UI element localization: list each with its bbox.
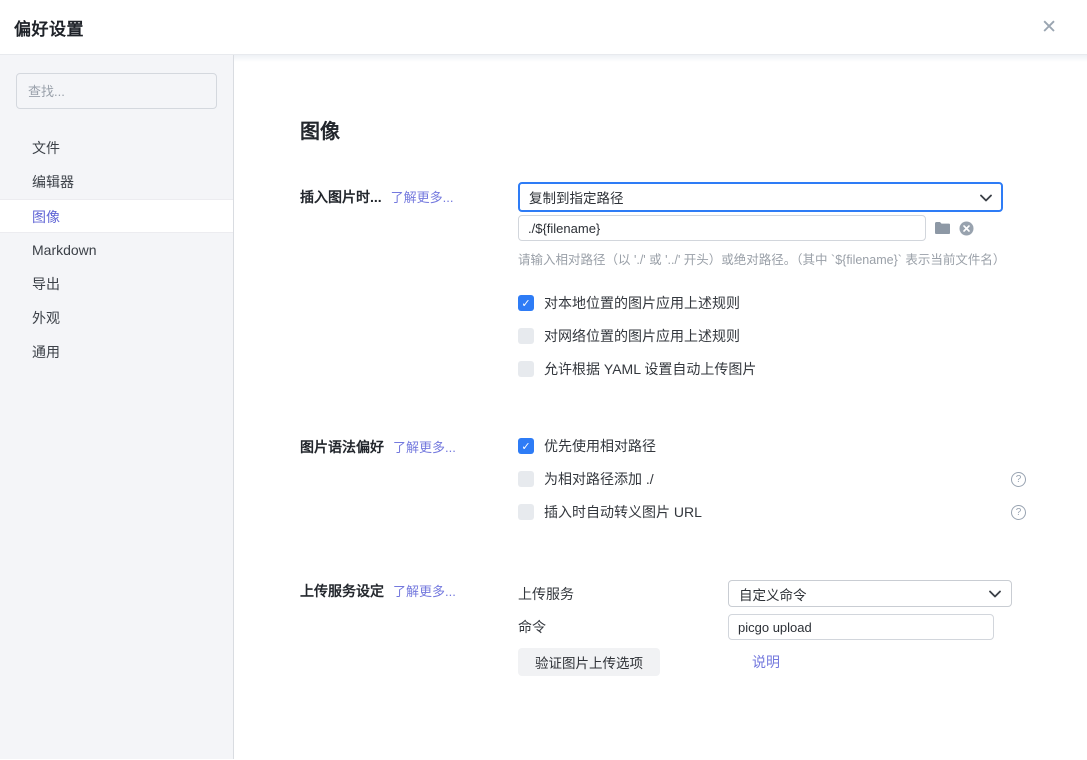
dialog-header: 偏好设置 ✕ bbox=[0, 0, 1087, 55]
section-upload-service: 上传服务设定 了解更多... 上传服务 自定义命令 命令 bbox=[300, 580, 1087, 676]
dialog-title: 偏好设置 bbox=[14, 15, 84, 40]
sidebar-item-appearance[interactable]: 外观 bbox=[0, 301, 233, 335]
chevron-down-icon bbox=[980, 190, 992, 205]
sidebar-item-markdown[interactable]: Markdown bbox=[0, 233, 233, 267]
command-row: 命令 bbox=[518, 614, 1087, 640]
insert-learn-more-link[interactable]: 了解更多... bbox=[391, 187, 454, 206]
verify-upload-button[interactable]: 验证图片上传选项 bbox=[518, 648, 660, 676]
checkbox-row-escape-url: 插入时自动转义图片 URL ? bbox=[518, 502, 1026, 522]
checkbox-add-dot-slash[interactable] bbox=[518, 471, 534, 487]
checkbox-local-rule[interactable]: ✓ bbox=[518, 295, 534, 311]
sidebar-item-image[interactable]: 图像 bbox=[0, 199, 233, 233]
page-title: 图像 bbox=[300, 55, 1087, 144]
upload-service-row: 上传服务 自定义命令 bbox=[518, 580, 1087, 607]
insert-action-select[interactable]: 复制到指定路径 bbox=[518, 182, 1003, 212]
image-syntax-label: 图片语法偏好 bbox=[300, 437, 384, 457]
checkbox-row-relative-path: ✓ 优先使用相对路径 bbox=[518, 436, 1026, 456]
sidebar: 文件 编辑器 图像 Markdown 导出 外观 通用 bbox=[0, 55, 234, 759]
command-field-label: 命令 bbox=[518, 617, 728, 637]
checkbox-label: 为相对路径添加 ./ bbox=[544, 469, 654, 489]
settings-panel: 图像 插入图片时... 了解更多... 复制到指定路径 bbox=[234, 55, 1087, 759]
checkbox-row-yaml-upload: 允许根据 YAML 设置自动上传图片 bbox=[518, 359, 1026, 379]
sidebar-item-general[interactable]: 通用 bbox=[0, 335, 233, 369]
checkbox-network-rule[interactable] bbox=[518, 328, 534, 344]
sidebar-item-editor[interactable]: 编辑器 bbox=[0, 165, 233, 199]
section-image-syntax: 图片语法偏好 了解更多... ✓ 优先使用相对路径 为相对路径添加 ./ ? 插… bbox=[300, 436, 1087, 535]
checkbox-row-network-rule: 对网络位置的图片应用上述规则 bbox=[518, 326, 1026, 346]
sidebar-item-files[interactable]: 文件 bbox=[0, 131, 233, 165]
upload-service-select[interactable]: 自定义命令 bbox=[728, 580, 1012, 607]
section-insert-image: 插入图片时... 了解更多... 复制到指定路径 bbox=[300, 182, 1087, 392]
checkbox-label: 插入时自动转义图片 URL bbox=[544, 502, 702, 522]
chevron-down-icon bbox=[989, 586, 1001, 601]
checkbox-label: 允许根据 YAML 设置自动上传图片 bbox=[544, 359, 756, 379]
sidebar-item-export[interactable]: 导出 bbox=[0, 267, 233, 301]
insert-image-label: 插入图片时... bbox=[300, 187, 382, 207]
command-input[interactable] bbox=[728, 614, 994, 640]
close-icon[interactable]: ✕ bbox=[1037, 14, 1061, 41]
checkbox-label: 对网络位置的图片应用上述规则 bbox=[544, 326, 740, 346]
clear-path-icon[interactable] bbox=[959, 221, 974, 236]
checkbox-escape-url[interactable] bbox=[518, 504, 534, 520]
upload-learn-more-link[interactable]: 了解更多... bbox=[393, 581, 456, 600]
question-icon[interactable]: ? bbox=[1011, 472, 1026, 487]
checkbox-relative-path[interactable]: ✓ bbox=[518, 438, 534, 454]
checkbox-yaml-upload[interactable] bbox=[518, 361, 534, 377]
search-input[interactable] bbox=[16, 73, 217, 109]
checkbox-label: 对本地位置的图片应用上述规则 bbox=[544, 293, 740, 313]
upload-service-field-label: 上传服务 bbox=[518, 584, 728, 604]
syntax-learn-more-link[interactable]: 了解更多... bbox=[393, 437, 456, 456]
sidebar-nav: 文件 编辑器 图像 Markdown 导出 外观 通用 bbox=[0, 131, 233, 369]
upload-service-value: 自定义命令 bbox=[739, 584, 807, 604]
upload-service-label: 上传服务设定 bbox=[300, 581, 384, 601]
checkbox-row-add-dot-slash: 为相对路径添加 ./ ? bbox=[518, 469, 1026, 489]
checkbox-label: 优先使用相对路径 bbox=[544, 436, 656, 456]
image-path-input[interactable] bbox=[518, 215, 926, 241]
question-icon[interactable]: ? bbox=[1011, 505, 1026, 520]
checkbox-row-local-rule: ✓ 对本地位置的图片应用上述规则 bbox=[518, 293, 1026, 313]
instructions-link[interactable]: 说明 bbox=[752, 652, 780, 672]
path-help-text: 请输入相对路径（以 './' 或 '../' 开头）或绝对路径。（其中 `${f… bbox=[518, 249, 1087, 268]
folder-browse-icon[interactable] bbox=[934, 221, 951, 235]
insert-action-value: 复制到指定路径 bbox=[529, 187, 624, 207]
